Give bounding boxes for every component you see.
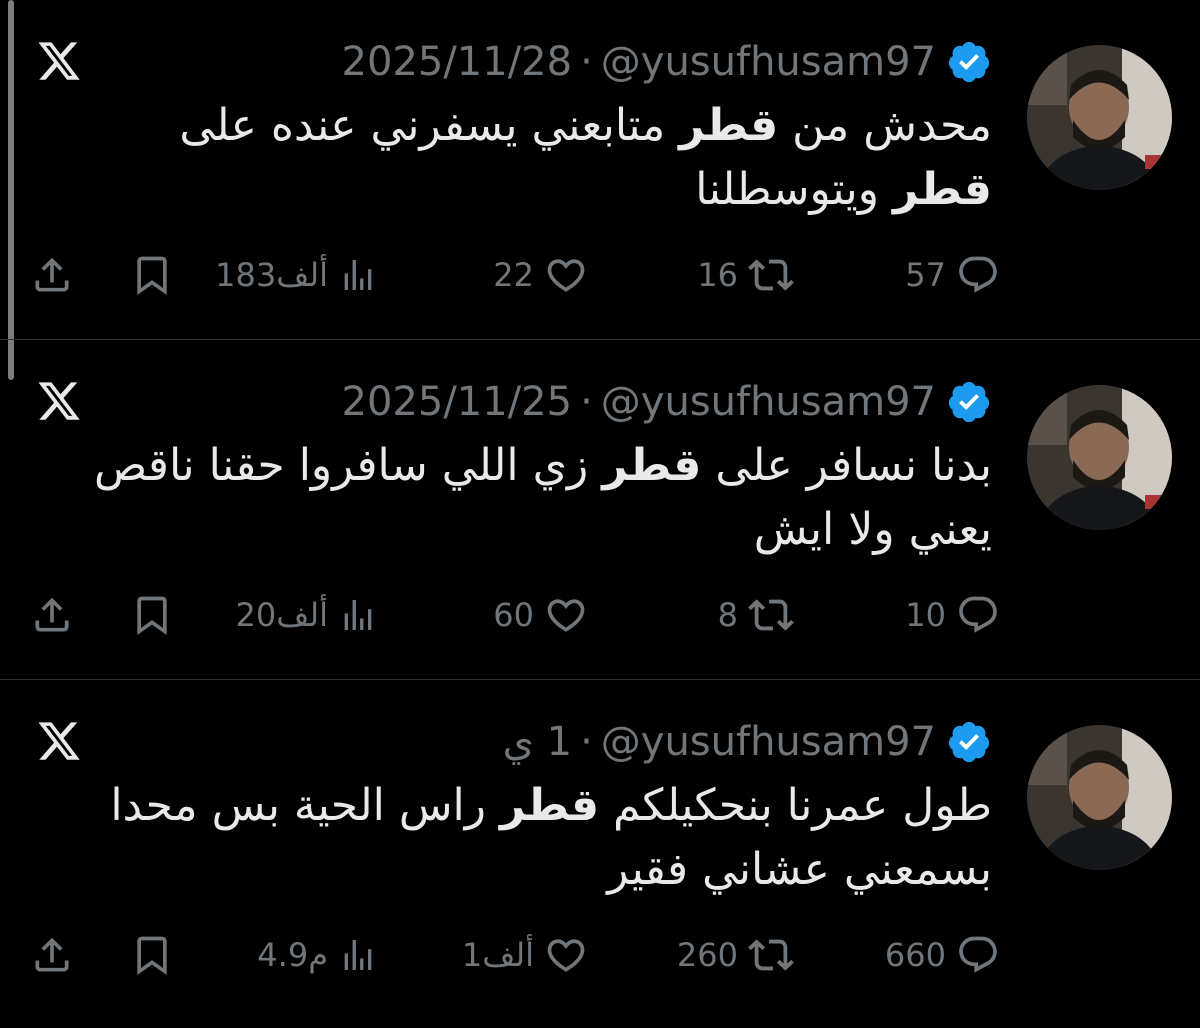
tweet-header: @yusufhusam97 · 2025/11/25 [342,374,992,430]
reply-button[interactable]: 10 [905,585,1000,645]
retweet-count: 16 [697,256,738,294]
avatar[interactable] [1027,725,1172,870]
tweet-text: طول عمرنا بنحكيلكم قطر راس الحية بس محدا… [110,780,992,895]
x-logo-icon [36,38,82,84]
share-icon [30,253,74,297]
verified-badge-icon [946,379,992,425]
tweet[interactable]: @yusufhusam97 · 2025/11/25 بدنا نسافر عل… [0,340,1200,680]
like-count: 22 [493,256,534,294]
views-count: 183ألف [215,256,328,294]
retweet-icon [748,252,794,298]
views-count: 20ألف [235,596,328,634]
like-count: 60 [493,596,534,634]
reply-icon [956,593,1000,637]
tweet-header: @yusufhusam97 · 2025/11/28 [342,34,992,90]
separator-dot: · [580,39,593,85]
x-logo-icon [36,378,82,424]
views-button[interactable]: 4.9م [257,925,378,985]
bookmark-button[interactable] [130,585,174,645]
avatar[interactable] [1027,385,1172,530]
tweet-date[interactable]: 2025/11/25 [342,379,573,425]
heart-icon [544,253,588,297]
tweet-feed: @yusufhusam97 · 2025/11/28 محدش من قطر م… [0,0,1200,1020]
views-icon [338,935,378,975]
retweet-count: 8 [717,596,738,634]
tweet-handle[interactable]: @yusufhusam97 [601,379,936,425]
retweet-icon [748,592,794,638]
heart-icon [544,933,588,977]
like-button[interactable]: 1ألف [462,925,588,985]
share-button[interactable] [30,925,74,985]
like-count: 1ألف [461,936,534,974]
tweet-date[interactable]: 2025/11/28 [342,39,573,85]
tweet-handle[interactable]: @yusufhusam97 [601,39,936,85]
reply-button[interactable]: 660 [885,925,1000,985]
bookmark-button[interactable] [130,925,174,985]
reply-icon [956,933,1000,977]
views-icon [338,595,378,635]
like-button[interactable]: 22 [493,245,588,305]
tweet-text: بدنا نسافر على قطر زي اللي سافروا حقنا ن… [94,440,992,555]
tweet-date[interactable]: 1 ي [503,719,572,765]
bookmark-button[interactable] [130,245,174,305]
bookmark-icon [130,933,174,977]
tweet[interactable]: @yusufhusam97 · 1 ي طول عمرنا بنحكيلكم ق… [0,680,1200,1020]
bookmark-icon [130,253,174,297]
reply-icon [956,253,1000,297]
like-button[interactable]: 60 [493,585,588,645]
tweet-actions: 660 260 1ألف 4.9م [30,925,1000,985]
views-icon [338,255,378,295]
verified-badge-icon [946,39,992,85]
reply-count: 57 [905,256,946,294]
retweet-button[interactable]: 260 [677,925,794,985]
heart-icon [544,593,588,637]
views-count: 4.9م [257,936,328,974]
x-logo-icon [36,718,82,764]
reply-button[interactable]: 57 [905,245,1000,305]
tweet-actions: 57 16 22 183ألف [30,245,1000,305]
share-button[interactable] [30,245,74,305]
views-button[interactable]: 20ألف [236,585,378,645]
bookmark-icon [130,593,174,637]
retweet-icon [748,932,794,978]
separator-dot: · [580,379,593,425]
tweet-handle[interactable]: @yusufhusam97 [601,719,936,765]
avatar[interactable] [1027,45,1172,190]
reply-count: 10 [905,596,946,634]
retweet-count: 260 [676,936,738,974]
retweet-button[interactable]: 16 [697,245,794,305]
share-button[interactable] [30,585,74,645]
share-icon [30,593,74,637]
tweet-header: @yusufhusam97 · 1 ي [503,714,992,770]
reply-count: 660 [884,936,946,974]
share-icon [30,933,74,977]
separator-dot: · [580,719,593,765]
tweet-actions: 10 8 60 20ألف [30,585,1000,645]
verified-badge-icon [946,719,992,765]
tweet-text: محدش من قطر متابعني يسفرني عنده على قطر … [179,100,992,215]
tweet[interactable]: @yusufhusam97 · 2025/11/28 محدش من قطر م… [0,0,1200,340]
views-button[interactable]: 183ألف [215,245,378,305]
retweet-button[interactable]: 8 [718,585,794,645]
